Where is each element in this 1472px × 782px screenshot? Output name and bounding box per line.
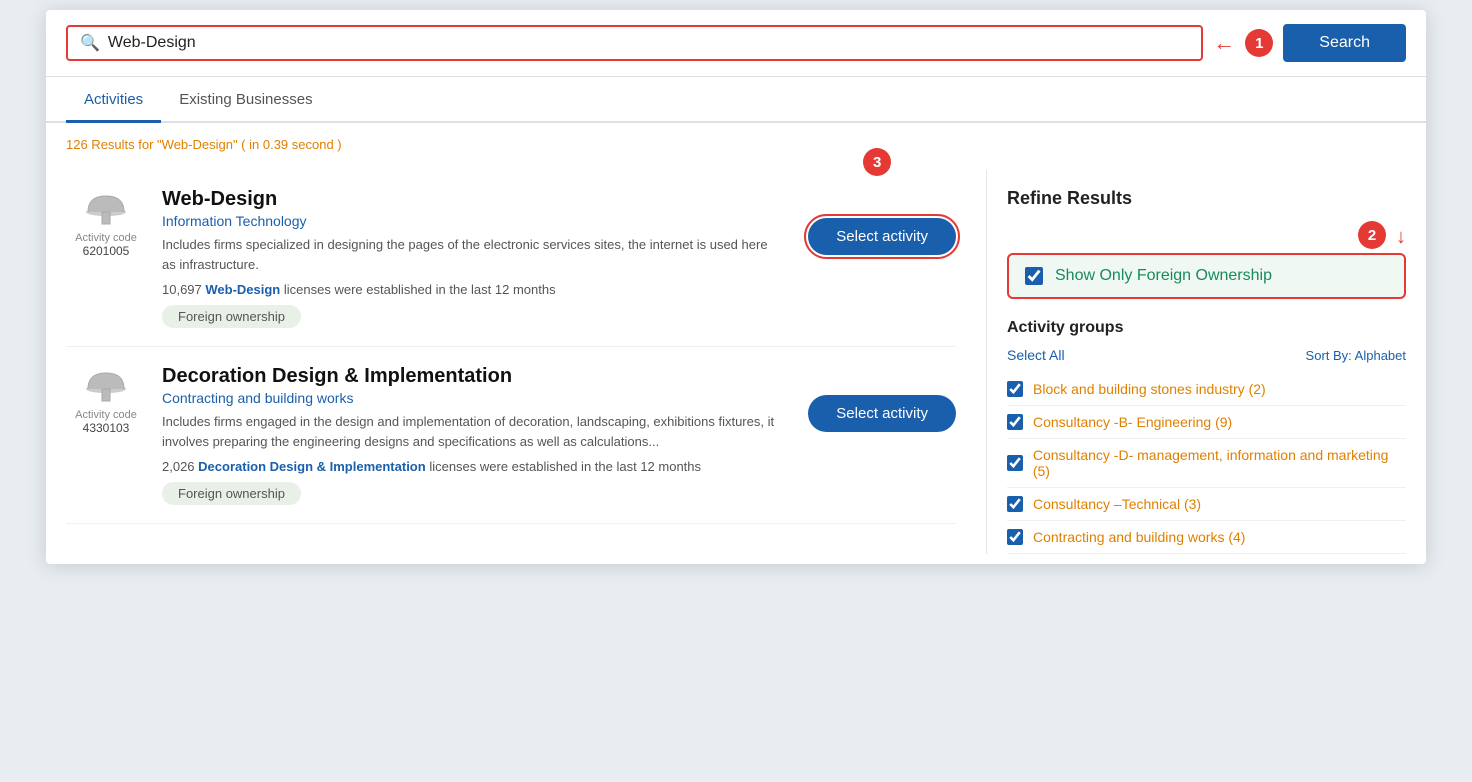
activity-code-label-2: Activity code: [75, 409, 137, 421]
group-item-0: Block and building stones industry (2): [1007, 373, 1406, 406]
select-activity-button-2[interactable]: Select activity: [808, 395, 956, 432]
activity-icon-1: Activity code 6201005: [66, 188, 146, 258]
group-checkbox-3[interactable]: [1007, 496, 1023, 512]
tabs-container: Activities Existing Businesses: [46, 77, 1426, 123]
tab-activities[interactable]: Activities: [66, 77, 161, 123]
main-content: Activity code 6201005 Web-Design Informa…: [46, 160, 1426, 564]
group-checkbox-1[interactable]: [1007, 414, 1023, 430]
arrow-right-icon: ←: [1213, 30, 1235, 56]
search-bar: 🔍 ← 1 Search: [46, 10, 1426, 77]
activity-code-label-1: Activity code: [75, 232, 137, 244]
refine-title: Refine Results: [1007, 170, 1406, 209]
group-label-3: Consultancy –Technical (3): [1033, 496, 1201, 512]
tab-existing-businesses[interactable]: Existing Businesses: [161, 77, 330, 123]
search-icon: 🔍: [80, 33, 100, 53]
group-item-3: Consultancy –Technical (3): [1007, 488, 1406, 521]
search-button[interactable]: Search: [1283, 24, 1406, 62]
search-input-wrapper: 🔍: [66, 25, 1203, 61]
right-panel: Refine Results 2 ↓ Show Only Foreign Own…: [986, 170, 1406, 554]
group-item-4: Contracting and building works (4): [1007, 521, 1406, 554]
group-item-1: Consultancy -B- Engineering (9): [1007, 406, 1406, 439]
foreign-ownership-filter[interactable]: Show Only Foreign Ownership: [1007, 253, 1406, 299]
arrow-down-icon: ↓: [1396, 226, 1406, 249]
licenses-bold-1: Web-Design: [205, 282, 280, 297]
select-activity-button-1[interactable]: Select activity: [808, 218, 956, 255]
activity-icon-2: Activity code 4330103: [66, 365, 146, 435]
group-label-0: Block and building stones industry (2): [1033, 381, 1266, 397]
results-list: Activity code 6201005 Web-Design Informa…: [66, 170, 986, 554]
licenses-bold-2: Decoration Design & Implementation: [198, 459, 426, 474]
sort-by-label[interactable]: Sort By: Alphabet: [1306, 348, 1406, 363]
result-item-2: Activity code 4330103 Decoration Design …: [66, 347, 956, 524]
licenses-suffix-1: licenses were established in the last 12…: [280, 282, 555, 297]
result-category-2: Contracting and building works: [162, 390, 782, 406]
group-checkbox-4[interactable]: [1007, 529, 1023, 545]
group-checkbox-2[interactable]: [1007, 455, 1023, 471]
group-label-2: Consultancy -D- management, information …: [1033, 447, 1406, 479]
result-licenses-2: 2,026 Decoration Design & Implementation…: [162, 459, 782, 474]
select-btn-wrapper-1: 3 Select activity: [798, 188, 956, 255]
foreign-ownership-label: Show Only Foreign Ownership: [1055, 267, 1272, 285]
annotation-badge-2: 2: [1358, 221, 1386, 249]
activity-code-number-1: 6201005: [83, 244, 130, 258]
annotation-2-container: 2 ↓: [1007, 221, 1406, 249]
modal-overlay: 🔍 ← 1 Search Activities Existing Busines…: [46, 10, 1426, 564]
result-category-1: Information Technology: [162, 213, 782, 229]
group-label-4: Contracting and building works (4): [1033, 529, 1245, 545]
result-title-2: Decoration Design & Implementation: [162, 365, 782, 388]
groups-header: Select All Sort By: Alphabet: [1007, 347, 1406, 363]
dome-svg-1: [84, 192, 128, 228]
search-input[interactable]: [108, 34, 1189, 52]
group-label-1: Consultancy -B- Engineering (9): [1033, 414, 1232, 430]
results-count: 126 Results for "Web-Design" ( in 0.39 s…: [46, 123, 1426, 160]
result-item-1: Activity code 6201005 Web-Design Informa…: [66, 170, 956, 347]
annotation-badge-1: 1: [1245, 29, 1273, 57]
group-item-2: Consultancy -D- management, information …: [1007, 439, 1406, 488]
result-title-1: Web-Design: [162, 188, 782, 211]
result-desc-2: Includes firms engaged in the design and…: [162, 412, 782, 451]
annotation-badge-3: 3: [863, 148, 891, 176]
licenses-text-2: 2,026: [162, 459, 198, 474]
result-body-2: Decoration Design & Implementation Contr…: [162, 365, 782, 505]
result-licenses-1: 10,697 Web-Design licenses were establis…: [162, 282, 782, 297]
foreign-ownership-checkbox[interactable]: [1025, 267, 1043, 285]
licenses-suffix-2: licenses were established in the last 12…: [426, 459, 701, 474]
select-all-label[interactable]: Select All: [1007, 347, 1065, 363]
result-desc-1: Includes firms specialized in designing …: [162, 235, 782, 274]
licenses-text-1: 10,697: [162, 282, 205, 297]
group-checkbox-0[interactable]: [1007, 381, 1023, 397]
activity-code-number-2: 4330103: [83, 421, 130, 435]
foreign-badge-2: Foreign ownership: [162, 482, 301, 505]
foreign-badge-1: Foreign ownership: [162, 305, 301, 328]
result-body-1: Web-Design Information Technology Includ…: [162, 188, 782, 328]
activity-groups-title: Activity groups: [1007, 319, 1406, 337]
dome-svg-2: [84, 369, 128, 405]
